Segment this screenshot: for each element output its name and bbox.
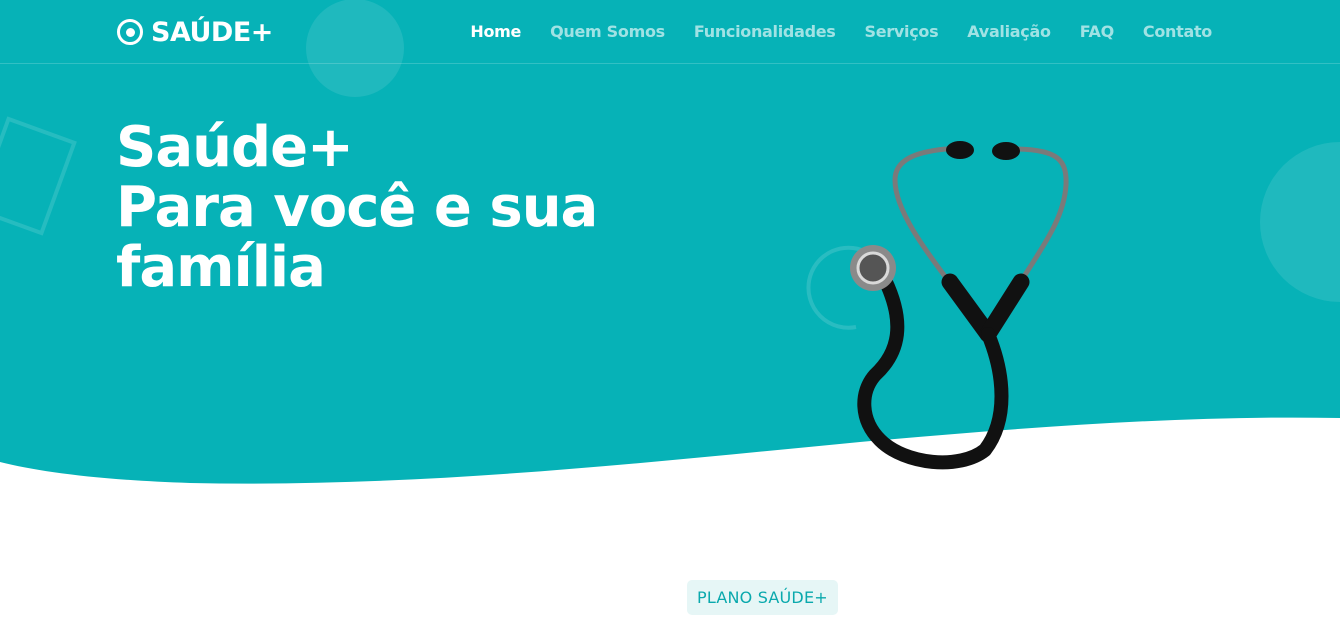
hero-title-line-3: família: [116, 235, 326, 300]
nav-link-funcionalidades[interactable]: Funcionalidades: [694, 22, 836, 41]
nav-link-faq[interactable]: FAQ: [1080, 22, 1114, 41]
nav-link-servicos[interactable]: Serviços: [865, 22, 939, 41]
main-nav: Home Quem Somos Funcionalidades Serviços…: [470, 0, 1212, 62]
nav-link-quem-somos[interactable]: Quem Somos: [550, 22, 665, 41]
nav-link-avaliacao[interactable]: Avaliação: [967, 22, 1051, 41]
hero-title-line-1: Saúde+: [116, 115, 354, 180]
stethoscope-icon: [850, 141, 1069, 470]
hero-background: [0, 0, 1340, 484]
nav-link-home[interactable]: Home: [470, 22, 521, 41]
nav-link-contato[interactable]: Contato: [1143, 22, 1212, 41]
hero-section: SAÚDE+ Home Quem Somos Funcionalidades S…: [0, 0, 1340, 622]
hero-title-line-2: Para você e sua: [116, 175, 598, 240]
record-circle-icon: [117, 19, 143, 45]
hero-title: Saúde+ Para você e sua família: [116, 115, 598, 300]
plan-tag-badge: PLANO SAÚDE+: [687, 580, 838, 615]
brand-name: SAÚDE+: [151, 16, 273, 48]
brand-logo[interactable]: SAÚDE+: [117, 15, 273, 49]
site-header: SAÚDE+ Home Quem Somos Funcionalidades S…: [0, 0, 1340, 64]
